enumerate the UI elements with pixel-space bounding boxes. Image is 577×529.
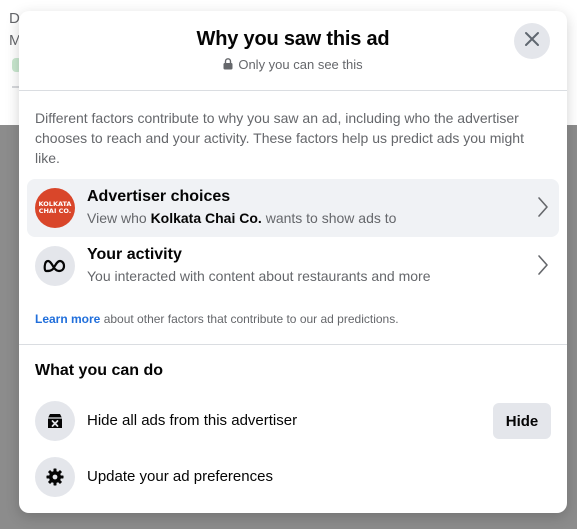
ad-preferences-label: Update your ad preferences	[87, 468, 273, 485]
advertiser-choices-title: Advertiser choices	[87, 188, 231, 205]
lock-icon	[223, 58, 233, 73]
advertiser-name: Kolkata Chai Co.	[150, 210, 262, 226]
privacy-note: Only you can see this	[19, 57, 567, 73]
hide-ads-action: Hide all ads from this advertiser Hide	[27, 397, 559, 445]
learn-more-text: about other factors that contribute to o…	[100, 312, 399, 326]
dialog-title: Why you saw this ad	[196, 28, 390, 50]
hide-button[interactable]: Hide	[493, 403, 551, 439]
close-icon	[524, 31, 540, 52]
dialog-header: Why you saw this ad Only you can see thi…	[19, 11, 567, 91]
what-you-can-do-heading: What you can do	[35, 362, 163, 379]
privacy-note-text: Only you can see this	[238, 57, 363, 72]
why-you-saw-this-ad-dialog: Why you saw this ad Only you can see thi…	[19, 11, 567, 513]
learn-more-note: Learn more about other factors that cont…	[35, 312, 399, 326]
your-activity-row[interactable]: Your activity You interacted with conten…	[27, 237, 559, 295]
logo-line: CHAI CO.	[38, 207, 72, 215]
your-activity-title: Your activity	[87, 246, 182, 263]
hide-ads-label: Hide all ads from this advertiser	[87, 412, 298, 429]
section-divider	[19, 344, 567, 345]
chevron-right-icon	[537, 254, 549, 281]
ad-hide-icon	[35, 401, 75, 441]
subtitle-prefix: View who	[87, 210, 151, 226]
advertiser-logo: KOLKATA CHAI CO.	[35, 188, 75, 228]
ad-preferences-action[interactable]: Update your ad preferences	[27, 453, 559, 501]
advertiser-choices-row[interactable]: KOLKATA CHAI CO. Advertiser choices View…	[27, 179, 559, 237]
chevron-right-icon	[537, 196, 549, 223]
gear-icon	[35, 457, 75, 497]
meta-logo-icon	[35, 246, 75, 286]
intro-text: Different factors contribute to why you …	[35, 110, 524, 166]
learn-more-link[interactable]: Learn more	[35, 312, 100, 326]
close-button[interactable]	[514, 23, 550, 59]
subtitle-suffix: wants to show ads to	[261, 210, 397, 226]
your-activity-subtitle: You interacted with content about restau…	[87, 268, 431, 284]
advertiser-choices-subtitle: View who Kolkata Chai Co. wants to show …	[87, 210, 396, 226]
